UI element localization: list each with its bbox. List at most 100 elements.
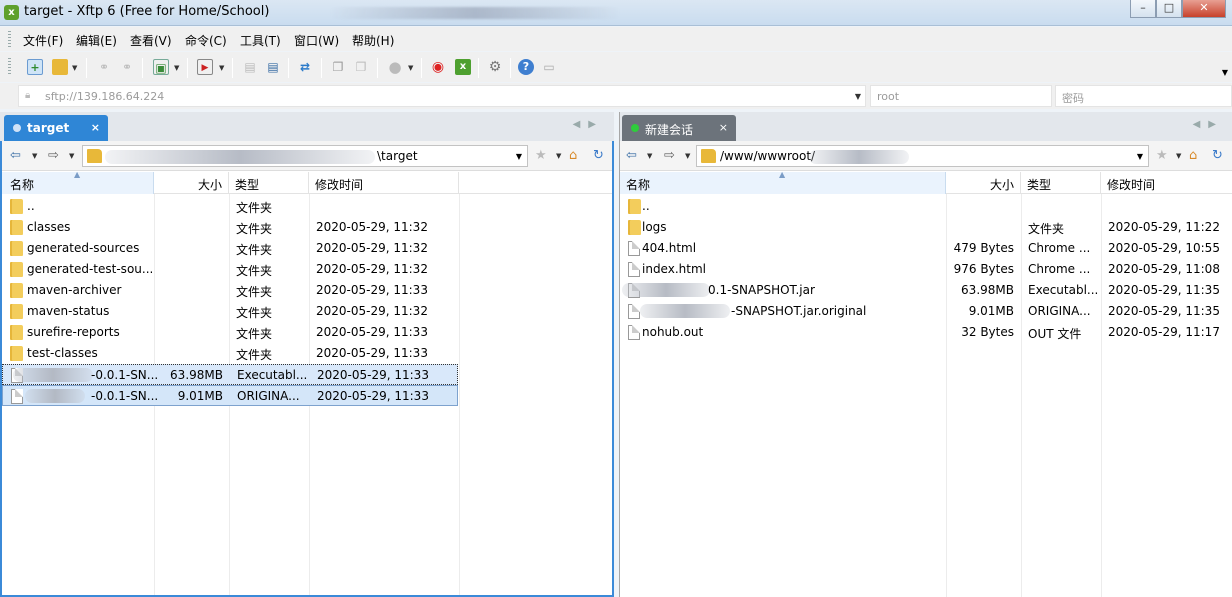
forward-dropdown-arrow[interactable]: ▼ <box>69 152 74 160</box>
menu-file[interactable]: 文件(F) <box>23 32 63 49</box>
file-row[interactable]: -SNAPSHOT.jar.original 9.01MB ORIGINA... 20… <box>620 301 1232 322</box>
file-row[interactable]: surefire-reports 文件夹 2020-05-29, 11:33 <box>2 322 612 343</box>
close-button[interactable]: ✕ <box>1182 0 1226 18</box>
tab-new-session[interactable]: 新建会话 × <box>622 115 736 141</box>
menu-command[interactable]: 命令(C) <box>185 32 227 49</box>
back-dropdown-arrow[interactable]: ▼ <box>647 152 652 160</box>
file-row[interactable]: classes 文件夹 2020-05-29, 11:32 <box>2 217 612 238</box>
back-arrow-icon[interactable]: ⇦ <box>626 148 637 163</box>
file-row[interactable]: maven-status 文件夹 2020-05-29, 11:32 <box>2 301 612 322</box>
tab-scroll-arrows[interactable]: ◀▶ <box>1193 119 1224 130</box>
bookmark-dropdown-arrow[interactable]: ▼ <box>1176 152 1181 160</box>
host-address-text: sftp://139.186.64.224 <box>45 90 165 103</box>
file-icon <box>11 389 23 404</box>
column-type[interactable]: 类型 <box>1021 172 1101 194</box>
file-row[interactable]: generated-sources 文件夹 2020-05-29, 11:32 <box>2 238 612 259</box>
column-size[interactable]: 大小 <box>946 172 1021 194</box>
column-modified[interactable]: 修改时间 <box>309 172 459 194</box>
xshell-icon[interactable]: ◉ <box>430 59 446 75</box>
refresh-icon[interactable]: ↻ <box>1212 148 1223 163</box>
redacted-filename <box>622 283 710 297</box>
upload-icon[interactable]: ▤ <box>242 59 258 75</box>
tab-close-icon[interactable]: × <box>719 121 728 134</box>
file-row[interactable]: 0.1-SNAPSHOT.jar 63.98MB Executabl... 2020-… <box>620 280 1232 301</box>
disconnect-icon[interactable]: ⚭ <box>119 59 135 75</box>
forward-dropdown-arrow[interactable]: ▼ <box>685 152 690 160</box>
window-dropdown-arrow[interactable]: ▼ <box>174 64 179 72</box>
title-bar: x target - Xftp 6 (Free for Home/School)… <box>0 0 1232 26</box>
username-input[interactable]: root <box>870 85 1052 107</box>
menu-window[interactable]: 窗口(W) <box>294 32 339 49</box>
tab-target[interactable]: target × <box>4 115 108 141</box>
file-size: 976 Bytes <box>953 262 1014 276</box>
forward-arrow-icon[interactable]: ⇨ <box>664 148 675 163</box>
menu-tools[interactable]: 工具(T) <box>240 32 281 49</box>
status-dropdown-arrow[interactable]: ▼ <box>408 64 413 72</box>
open-folder-icon[interactable] <box>52 59 68 75</box>
copy-icon[interactable]: ❐ <box>330 59 346 75</box>
terminal-icon[interactable]: ▶ <box>197 59 213 75</box>
help-icon[interactable]: ? <box>518 59 534 75</box>
new-session-icon[interactable]: + <box>27 59 43 75</box>
path-dropdown-arrow[interactable]: ▼ <box>516 152 522 161</box>
tab-close-icon[interactable]: × <box>91 121 100 134</box>
remote-path-input[interactable]: /www/wwwroot/ ▼ <box>696 145 1149 167</box>
file-row[interactable]: index.html 976 Bytes Chrome ... 2020-05-29,… <box>620 259 1232 280</box>
column-name[interactable]: 名称 ▲ <box>620 170 946 194</box>
menu-help[interactable]: 帮助(H) <box>352 32 394 49</box>
xftp-app-icon[interactable]: x <box>4 5 19 20</box>
column-modified[interactable]: 修改时间 <box>1101 172 1232 194</box>
maximize-button[interactable]: □ <box>1156 0 1182 18</box>
file-row[interactable]: generated-test-sou... 文件夹 2020-05-29, 11:3… <box>2 259 612 280</box>
refresh-icon[interactable]: ↻ <box>593 148 604 163</box>
address-dropdown-arrow[interactable]: ▼ <box>855 92 861 101</box>
column-type[interactable]: 类型 <box>229 172 309 194</box>
file-row[interactable]: .. <box>620 196 1232 217</box>
file-row[interactable]: maven-archiver 文件夹 2020-05-29, 11:33 <box>2 280 612 301</box>
bookmark-dropdown-arrow[interactable]: ▼ <box>556 152 561 160</box>
local-file-list: .. 文件夹 classes 文件夹 2020-05-29, 11:32 generate… <box>2 196 612 406</box>
password-input[interactable]: 密码 <box>1055 85 1232 107</box>
file-modified: 2020-05-29, 11:35 <box>1108 283 1220 297</box>
local-path-input[interactable]: \target ▼ <box>82 145 528 167</box>
forward-arrow-icon[interactable]: ⇨ <box>48 148 59 163</box>
redacted-path <box>809 150 909 164</box>
tab-scroll-arrows[interactable]: ◀▶ <box>573 119 604 130</box>
connect-icon[interactable]: ⚭ <box>96 59 112 75</box>
home-folder-icon[interactable]: ⌂ <box>569 148 577 163</box>
folder-icon <box>10 199 23 214</box>
local-column-header: 名称 ▲ 大小 类型 修改时间 <box>2 170 612 194</box>
column-name[interactable]: 名称 ▲ <box>2 170 154 194</box>
menu-view[interactable]: 查看(V) <box>130 32 172 49</box>
transfer-icon[interactable]: ⇄ <box>297 59 313 75</box>
bookmark-star-icon[interactable]: ★ <box>535 148 547 163</box>
file-row[interactable]: .. 文件夹 <box>2 196 612 217</box>
download-icon[interactable]: ▤ <box>265 59 281 75</box>
paste-icon[interactable]: ❐ <box>353 59 369 75</box>
menu-edit[interactable]: 编辑(E) <box>76 32 117 49</box>
chat-icon[interactable]: ▭ <box>541 59 557 75</box>
path-dropdown-arrow[interactable]: ▼ <box>1137 152 1143 161</box>
file-row[interactable]: -0.0.1-SN... 9.01MB ORIGINA... 2020-05-29, … <box>2 385 458 406</box>
bookmark-star-icon[interactable]: ★ <box>1156 148 1168 163</box>
settings-gear-icon[interactable]: ⚙ <box>487 59 503 75</box>
file-row[interactable]: 404.html 479 Bytes Chrome ... 2020-05-29, 1… <box>620 238 1232 259</box>
open-dropdown-arrow[interactable]: ▼ <box>72 64 77 72</box>
minimize-button[interactable]: – <box>1130 0 1156 18</box>
home-folder-icon[interactable]: ⌂ <box>1189 148 1197 163</box>
back-dropdown-arrow[interactable]: ▼ <box>32 152 37 160</box>
file-row[interactable]: logs 文件夹 2020-05-29, 11:22 <box>620 217 1232 238</box>
column-size[interactable]: 大小 <box>154 172 229 194</box>
file-row[interactable]: nohub.out 32 Bytes OUT 文件 2020-05-29, 11:17 <box>620 322 1232 343</box>
address-bar: 🔒︎ sftp://139.186.64.224 ▼ root 密码 <box>0 83 1232 109</box>
file-row[interactable]: -0.0.1-SN... 63.98MB Executabl... 2020-05-2… <box>2 364 458 385</box>
toolbar-overflow-arrow[interactable]: ▼ <box>1222 68 1228 77</box>
file-row[interactable]: test-classes 文件夹 2020-05-29, 11:33 <box>2 343 612 364</box>
new-window-icon[interactable]: ▣ <box>153 59 169 75</box>
status-circle-icon[interactable]: ● <box>387 59 403 75</box>
file-type: 文件夹 <box>236 264 273 278</box>
host-address-input[interactable]: 🔒︎ sftp://139.186.64.224 ▼ <box>18 85 866 107</box>
back-arrow-icon[interactable]: ⇦ <box>10 148 21 163</box>
xftp-icon[interactable]: x <box>455 59 471 75</box>
terminal-dropdown-arrow[interactable]: ▼ <box>219 64 224 72</box>
